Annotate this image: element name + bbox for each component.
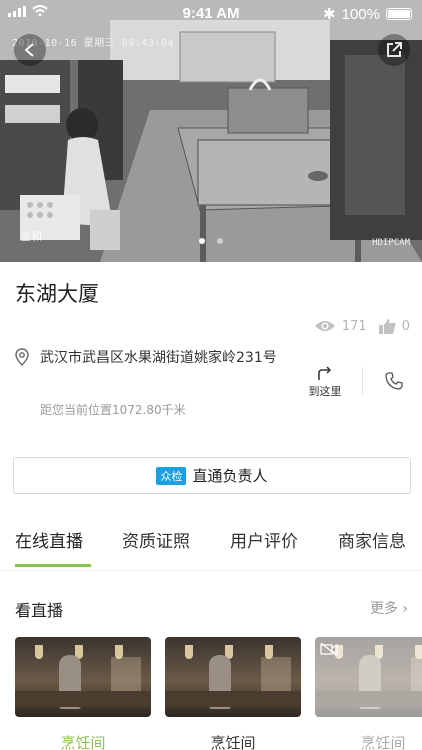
live-section-title: 看直播 xyxy=(15,601,64,620)
contact-badge: 众检 xyxy=(156,466,187,485)
back-button[interactable] xyxy=(14,34,46,66)
store-address: 武汉市武昌区水果湖街道姚家岭231号 xyxy=(40,350,277,366)
tab-reviews[interactable]: 用户评价 xyxy=(230,527,298,552)
tab-bar: 在线直播 资质证照 用户评价 商家信息 xyxy=(0,527,422,571)
active-tab-indicator xyxy=(15,564,91,567)
eye-icon xyxy=(314,321,335,331)
navigate-label: 到这里 xyxy=(308,385,342,398)
camera-live-view[interactable]: 9:41 AM ✱ 100% 2019-10-16 星期三 09:43:04 金… xyxy=(0,0,422,262)
chevron-right-icon: › xyxy=(402,601,408,617)
chevron-left-icon xyxy=(24,43,34,57)
share-button[interactable] xyxy=(378,34,410,66)
call-button[interactable] xyxy=(385,372,403,394)
share-icon xyxy=(387,42,402,57)
tab-live[interactable]: 在线直播 xyxy=(15,527,83,552)
store-name: 东湖大厦 xyxy=(15,282,99,306)
thumbs-up-icon[interactable] xyxy=(378,318,396,334)
bluetooth-icon: ✱ xyxy=(323,6,336,23)
divider xyxy=(362,367,363,395)
battery-icon xyxy=(386,8,412,20)
distance-text: 距您当前位置1072.80千米 xyxy=(40,403,186,417)
tab-merchant-info[interactable]: 商家信息 xyxy=(338,527,406,552)
navigate-button[interactable]: 到这里 xyxy=(305,365,345,399)
carousel-dots xyxy=(0,238,422,244)
view-count: 171 xyxy=(341,318,367,334)
live-thumbnail-label: 烹饪间 xyxy=(360,734,406,750)
live-stream-list: 烹饪间 烹饪间 烹饪间 xyxy=(0,637,422,750)
live-thumbnail[interactable] xyxy=(315,637,422,717)
carousel-dot[interactable] xyxy=(199,238,205,244)
live-thumbnail-label: 烹饪间 xyxy=(210,734,256,750)
like-count: 0 xyxy=(401,318,410,334)
live-thumbnail[interactable] xyxy=(165,637,301,717)
more-link[interactable]: 更多 › xyxy=(370,598,408,618)
status-right: ✱ 100% xyxy=(323,5,412,23)
phone-icon xyxy=(385,372,403,390)
more-label: 更多 xyxy=(369,601,398,617)
store-stats: 171 0 xyxy=(314,318,410,334)
navigate-arrow-icon xyxy=(318,366,332,380)
status-bar: 9:41 AM ✱ 100% xyxy=(0,0,422,28)
contact-manager-button[interactable]: 众检 直通负责人 xyxy=(13,457,411,494)
battery-percent: 100% xyxy=(341,5,380,23)
camera-off-icon xyxy=(320,642,338,656)
live-thumbnail-label: 烹饪间 xyxy=(60,734,106,750)
address-row: 武汉市武昌区水果湖街道姚家岭231号 距您当前位置1072.80千米 到这里 xyxy=(15,347,407,427)
carousel-dot[interactable] xyxy=(217,238,223,244)
tab-divider xyxy=(0,570,422,571)
contact-label: 直通负责人 xyxy=(192,467,268,485)
location-pin-icon xyxy=(15,348,29,366)
live-thumbnail[interactable] xyxy=(15,637,151,717)
tab-certificates[interactable]: 资质证照 xyxy=(122,527,190,552)
